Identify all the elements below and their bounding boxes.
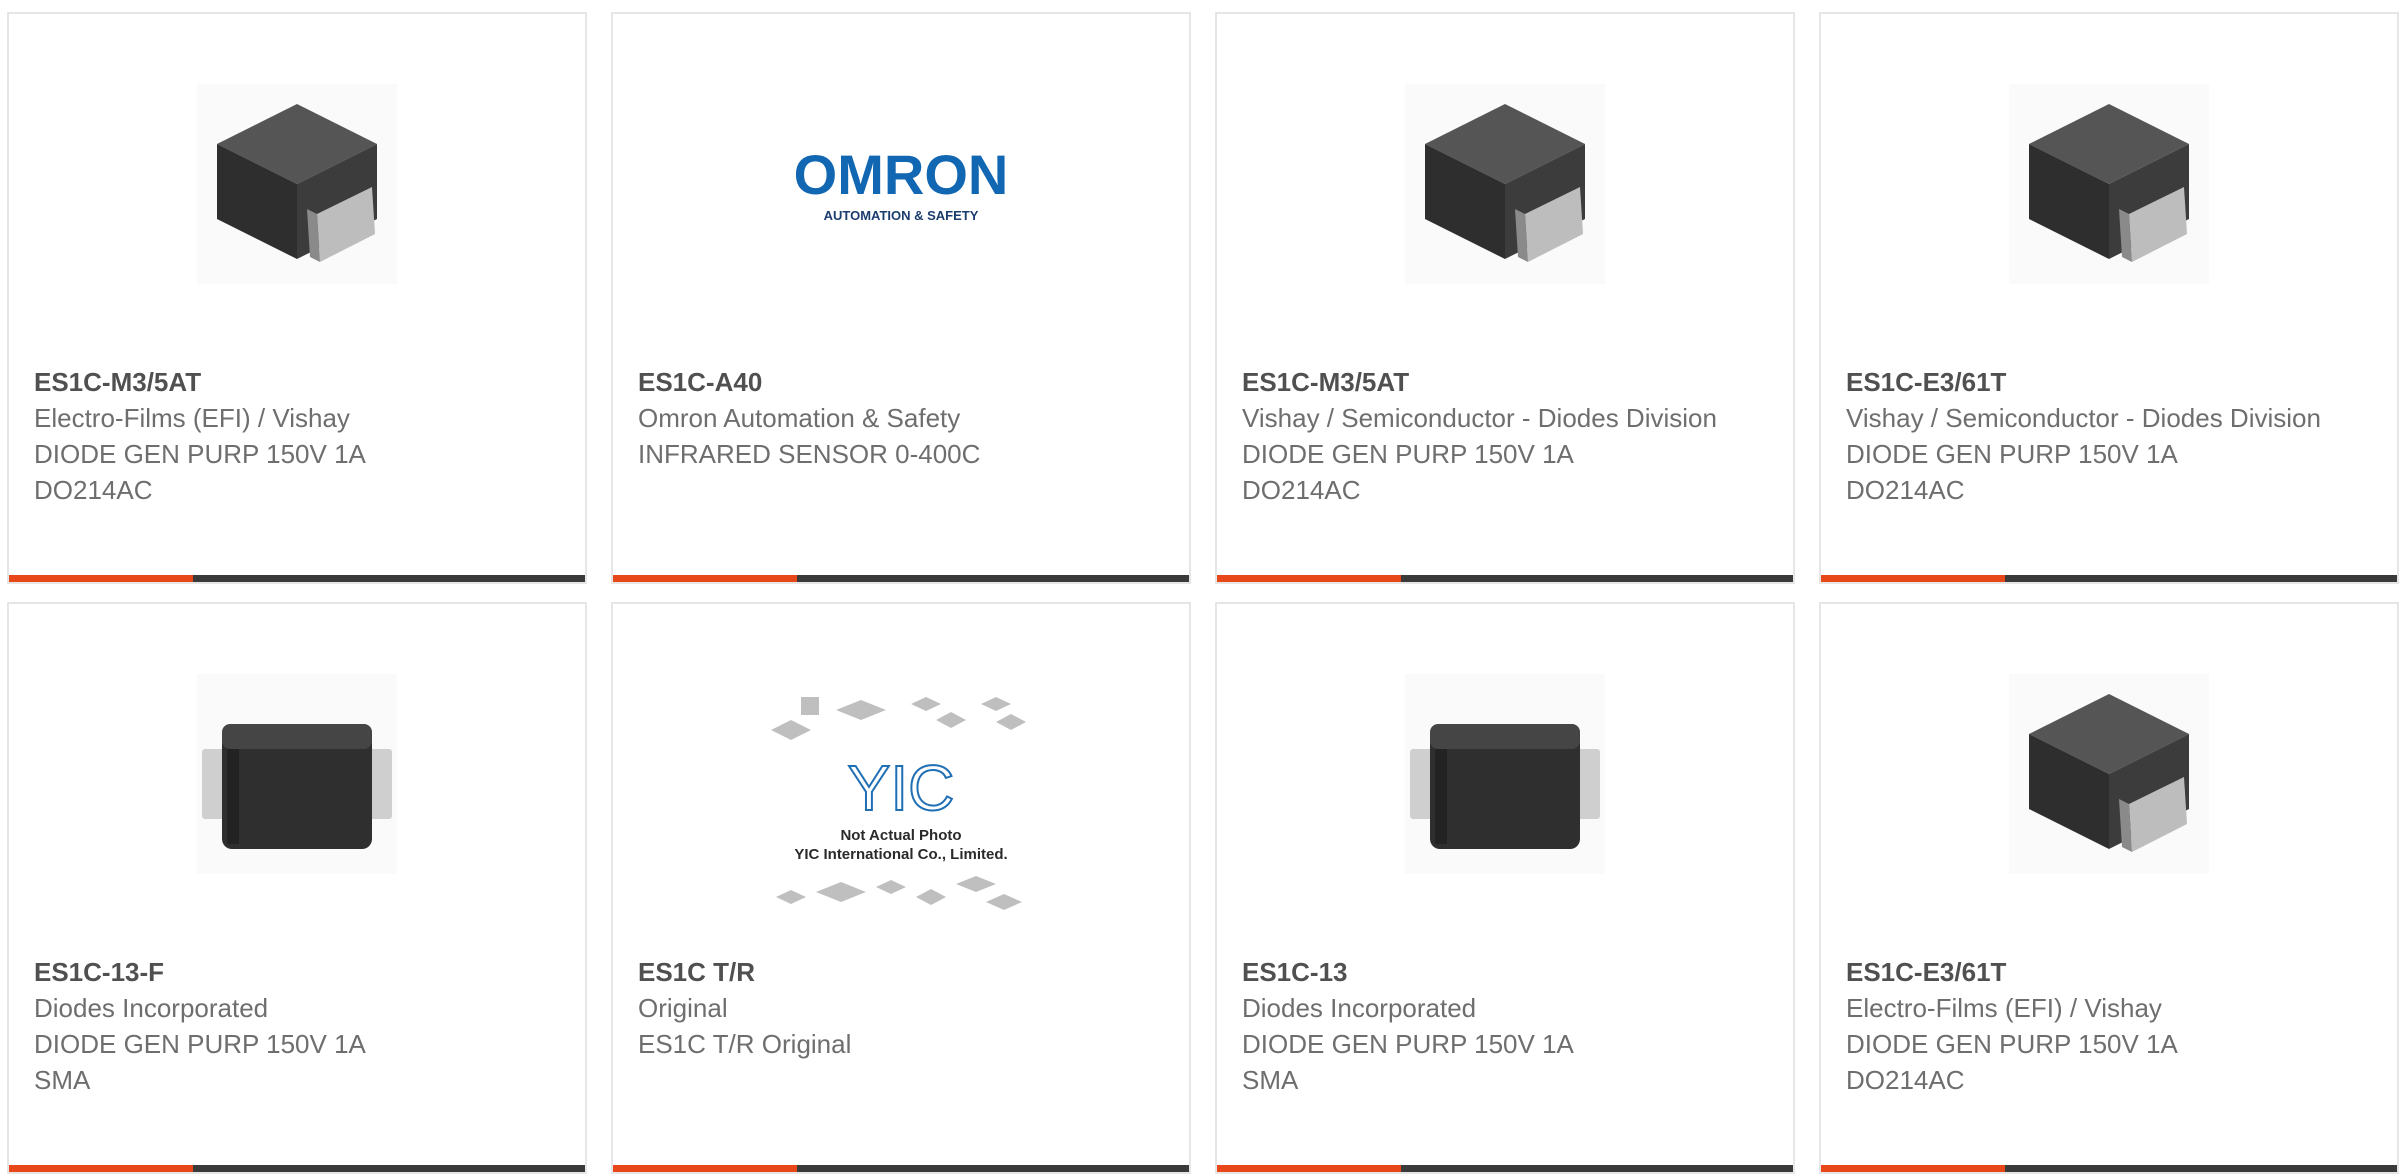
description: DIODE GEN PURP 150V 1A xyxy=(1846,1029,2178,1059)
card-footer-bar xyxy=(613,575,1189,582)
description: DIODE GEN PURP 150V 1A xyxy=(34,1029,366,1059)
package: SMA xyxy=(34,1065,91,1095)
card-footer-bar xyxy=(1821,575,2397,582)
package: SMA xyxy=(1242,1065,1299,1095)
product-image-omron-logo[interactable]: OMRON AUTOMATION & SAFETY xyxy=(613,74,1189,294)
product-image-do214ac[interactable] xyxy=(9,74,585,294)
card-footer-bar xyxy=(613,1165,1189,1172)
part-number[interactable]: ES1C-E3/61T xyxy=(1846,364,2377,400)
product-card[interactable]: OMRON AUTOMATION & SAFETY ES1C-A40 Omron… xyxy=(611,12,1191,584)
description: DIODE GEN PURP 150V 1A xyxy=(1242,1029,1574,1059)
not-actual-photo-note: Not Actual Photo xyxy=(840,827,961,844)
manufacturer: Original xyxy=(638,993,728,1023)
package: DO214AC xyxy=(1846,475,1965,505)
product-image-do214ac[interactable] xyxy=(1821,74,2397,294)
product-image-not-actual-photo[interactable]: YIC Not Actual Photo YIC International C… xyxy=(613,692,1189,932)
card-footer-bar xyxy=(1821,1165,2397,1172)
part-number[interactable]: ES1C T/R xyxy=(638,954,1169,990)
product-image-do214ac[interactable] xyxy=(1217,74,1793,294)
product-card[interactable]: ES1C-M3/5AT Vishay / Semiconductor - Dio… xyxy=(1215,12,1795,584)
part-number[interactable]: ES1C-E3/61T xyxy=(1846,954,2377,990)
manufacturer: Diodes Incorporated xyxy=(34,993,269,1023)
product-image-do214ac[interactable] xyxy=(1821,664,2397,884)
description: DIODE GEN PURP 150V 1A xyxy=(34,439,366,469)
manufacturer: Electro-Films (EFI) / Vishay xyxy=(1846,993,2162,1023)
part-number[interactable]: ES1C-M3/5AT xyxy=(34,364,565,400)
product-card[interactable]: YIC Not Actual Photo YIC International C… xyxy=(611,602,1191,1174)
description: DIODE GEN PURP 150V 1A xyxy=(1846,439,2178,469)
product-card[interactable]: ES1C-13 Diodes Incorporated DIODE GEN PU… xyxy=(1215,602,1795,1174)
part-number[interactable]: ES1C-13 xyxy=(1242,954,1773,990)
manufacturer: Omron Automation & Safety xyxy=(638,403,961,433)
manufacturer: Electro-Films (EFI) / Vishay xyxy=(34,403,350,433)
package: DO214AC xyxy=(1846,1065,1965,1095)
product-image-sma[interactable] xyxy=(9,664,585,884)
card-footer-bar xyxy=(1217,1165,1793,1172)
card-footer-bar xyxy=(9,575,585,582)
card-footer-bar xyxy=(1217,575,1793,582)
omron-logo-subtext: AUTOMATION & SAFETY xyxy=(824,208,979,223)
yic-logo-text: YIC xyxy=(848,752,955,824)
product-card[interactable]: ES1C-M3/5AT Electro-Films (EFI) / Vishay… xyxy=(7,12,587,584)
omron-logo-text: OMRON xyxy=(794,143,1009,206)
package: DO214AC xyxy=(34,475,153,505)
part-number[interactable]: ES1C-A40 xyxy=(638,364,1169,400)
product-grid: ES1C-M3/5AT Electro-Films (EFI) / Vishay… xyxy=(0,0,2400,1174)
part-number[interactable]: ES1C-13-F xyxy=(34,954,565,990)
description: ES1C T/R Original xyxy=(638,1029,852,1059)
part-number[interactable]: ES1C-M3/5AT xyxy=(1242,364,1773,400)
product-card[interactable]: ES1C-13-F Diodes Incorporated DIODE GEN … xyxy=(7,602,587,1174)
manufacturer: Vishay / Semiconductor - Diodes Division xyxy=(1846,403,2321,433)
manufacturer: Diodes Incorporated xyxy=(1242,993,1477,1023)
description: DIODE GEN PURP 150V 1A xyxy=(1242,439,1574,469)
product-card[interactable]: ES1C-E3/61T Electro-Films (EFI) / Vishay… xyxy=(1819,602,2399,1174)
card-footer-bar xyxy=(9,1165,585,1172)
manufacturer: Vishay / Semiconductor - Diodes Division xyxy=(1242,403,1717,433)
package: DO214AC xyxy=(1242,475,1361,505)
product-image-sma[interactable] xyxy=(1217,664,1793,884)
company-note: YIC International Co., Limited. xyxy=(794,846,1007,863)
description: INFRARED SENSOR 0-400C xyxy=(638,439,981,469)
product-card[interactable]: ES1C-E3/61T Vishay / Semiconductor - Dio… xyxy=(1819,12,2399,584)
